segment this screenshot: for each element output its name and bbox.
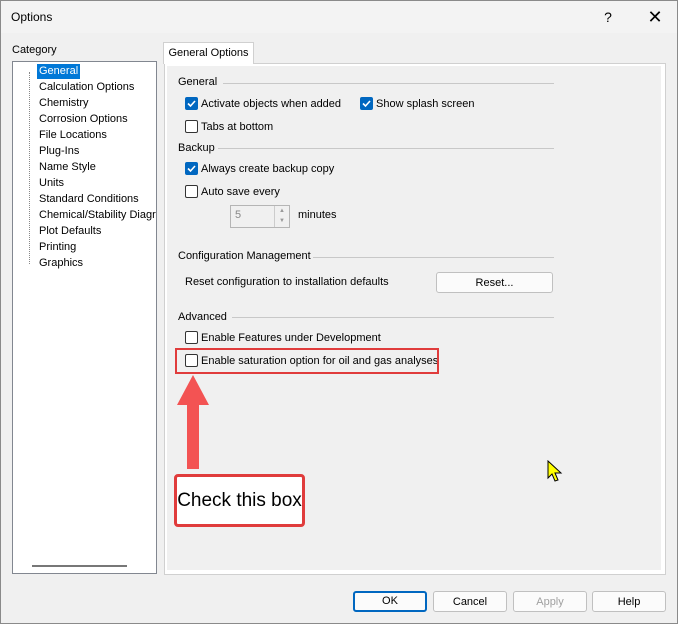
tabs-bottom-checkbox[interactable]: Tabs at bottom xyxy=(185,120,273,133)
checkbox-unchecked-icon xyxy=(185,331,198,344)
window-title: Options xyxy=(11,10,53,24)
enable-features-label: Enable Features under Development xyxy=(201,331,381,344)
category-label: Category xyxy=(12,44,57,56)
mouse-cursor-icon xyxy=(547,460,563,482)
general-heading: General xyxy=(178,76,218,88)
tree-item-plot-defaults[interactable]: Plot Defaults xyxy=(37,224,103,239)
activate-objects-label: Activate objects when added xyxy=(201,97,342,110)
ok-button[interactable]: OK xyxy=(353,591,427,612)
enable-features-checkbox[interactable]: Enable Features under Development xyxy=(185,331,381,344)
checkbox-checked-icon xyxy=(185,97,198,110)
auto-save-checkbox[interactable]: Auto save every xyxy=(185,185,280,198)
tree-item-name-style[interactable]: Name Style xyxy=(37,160,98,175)
tree-line xyxy=(29,72,30,264)
tab-general-options[interactable]: General Options xyxy=(163,42,254,64)
tree-item-printing[interactable]: Printing xyxy=(37,240,78,255)
checkbox-unchecked-icon xyxy=(185,185,198,198)
minutes-stepper[interactable]: 5 ▲ ▼ xyxy=(230,205,290,228)
checkbox-checked-icon xyxy=(185,162,198,175)
highlight-box xyxy=(175,348,439,374)
tree-item-standard-conditions[interactable]: Standard Conditions xyxy=(37,192,141,207)
minutes-value: 5 xyxy=(235,209,242,221)
tree-item-plug-ins[interactable]: Plug-Ins xyxy=(37,144,81,159)
activate-objects-checkbox[interactable]: Activate objects when added xyxy=(185,97,341,110)
general-divider xyxy=(223,83,554,84)
tree-item-chemical-stability[interactable]: Chemical/Stability Diagra xyxy=(37,208,156,223)
tree-item-general[interactable]: General xyxy=(37,64,81,79)
cancel-button[interactable]: Cancel xyxy=(433,591,507,612)
tree-scrollbar[interactable] xyxy=(32,565,127,567)
minutes-label: minutes xyxy=(298,209,337,221)
advanced-divider xyxy=(232,317,554,318)
red-arrow-icon xyxy=(177,375,209,469)
annotation-callout: Check this box xyxy=(174,474,305,527)
tree-item-file-locations[interactable]: File Locations xyxy=(37,128,109,143)
title-bar: Options ? ✕ xyxy=(1,1,677,33)
spin-up-icon[interactable]: ▲ xyxy=(275,206,289,216)
backup-heading: Backup xyxy=(178,142,215,154)
reset-description: Reset configuration to installation defa… xyxy=(185,276,389,288)
spin-down-icon[interactable]: ▼ xyxy=(275,216,289,226)
show-splash-label: Show splash screen xyxy=(376,97,475,110)
advanced-heading: Advanced xyxy=(178,311,227,323)
backup-divider xyxy=(218,148,554,149)
tabs-bottom-label: Tabs at bottom xyxy=(201,120,274,133)
auto-save-label: Auto save every xyxy=(201,185,280,198)
close-icon[interactable]: ✕ xyxy=(640,5,670,29)
checkbox-checked-icon xyxy=(360,97,373,110)
always-backup-checkbox[interactable]: Always create backup copy xyxy=(185,162,334,175)
reset-button[interactable]: Reset... xyxy=(436,272,553,293)
checkbox-unchecked-icon xyxy=(185,120,198,133)
config-heading: Configuration Management xyxy=(178,250,311,262)
apply-button[interactable]: Apply xyxy=(513,591,587,612)
tree-item-units[interactable]: Units xyxy=(37,176,66,191)
tree-item-graphics[interactable]: Graphics xyxy=(37,256,85,271)
options-dialog: Options ? ✕ Category General Calculation… xyxy=(0,0,678,624)
always-backup-label: Always create backup copy xyxy=(201,162,335,175)
show-splash-checkbox[interactable]: Show splash screen xyxy=(360,97,474,110)
tree-item-calculation-options[interactable]: Calculation Options xyxy=(37,80,136,95)
category-tree[interactable]: General Calculation Options Chemistry Co… xyxy=(12,61,157,574)
help-icon[interactable]: ? xyxy=(593,5,623,29)
help-button[interactable]: Help xyxy=(592,591,666,612)
tree-item-chemistry[interactable]: Chemistry xyxy=(37,96,91,111)
config-divider xyxy=(313,257,554,258)
tree-item-corrosion-options[interactable]: Corrosion Options xyxy=(37,112,130,127)
